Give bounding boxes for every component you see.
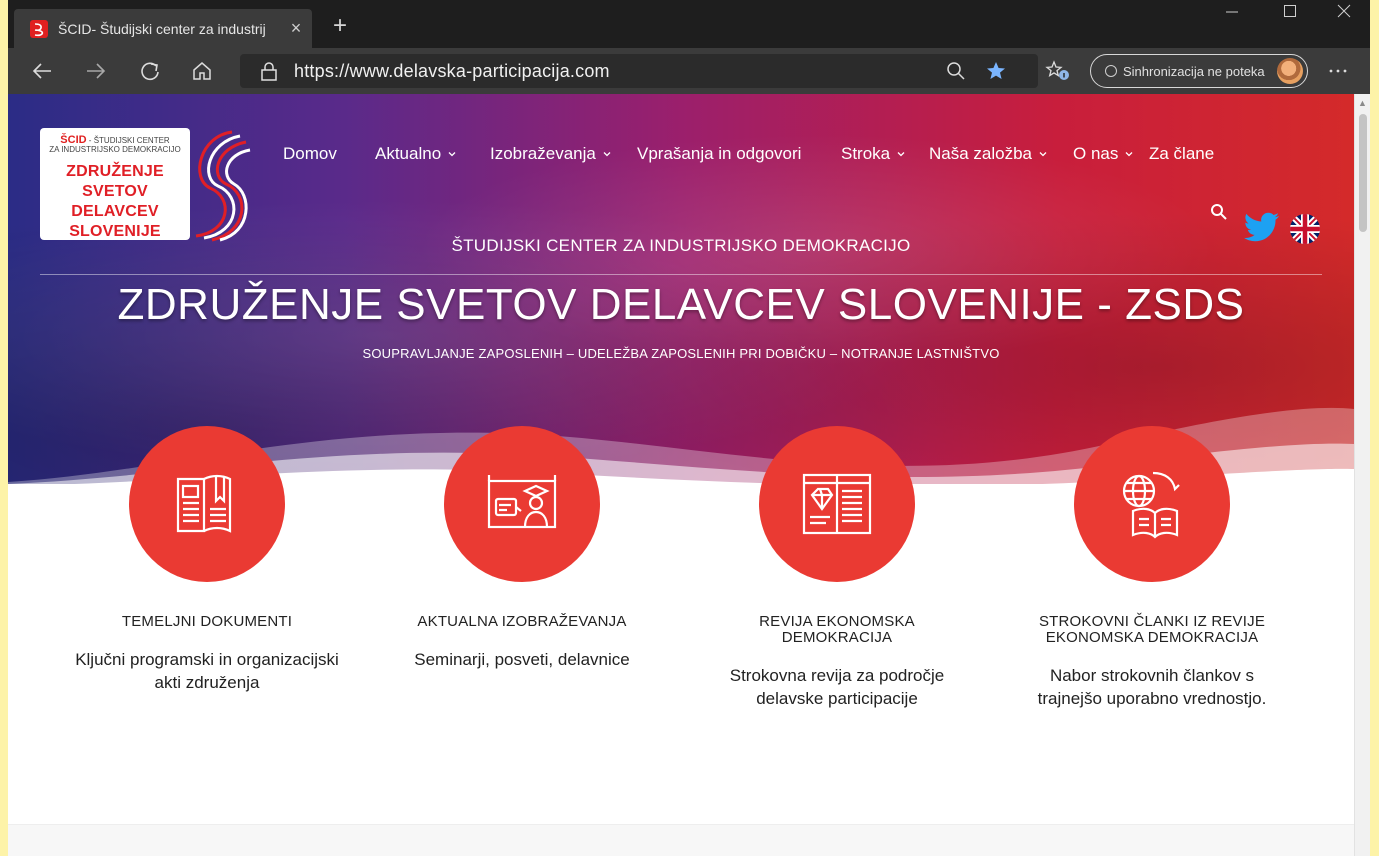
favorites-star-icon: [1045, 60, 1069, 80]
chevron-down-icon: [897, 152, 905, 157]
feature-title: TEMELJNI DOKUMENTI: [121, 613, 293, 630]
back-button[interactable]: [26, 56, 58, 86]
feature-card: REVIJA EKONOMSKA DEMOKRACIJA Strokovna r…: [687, 426, 987, 710]
tab-close-icon[interactable]: ×: [286, 18, 306, 39]
nav-item-aktualno[interactable]: Aktualno: [375, 144, 457, 164]
logo-card: ŠCID - ŠTUDIJSKI CENTER ZA INDUSTRIJSKO …: [40, 128, 190, 240]
nav-item-o-nas[interactable]: O nas: [1073, 144, 1134, 164]
feature-circle-button[interactable]: [759, 426, 915, 582]
feature-card: STROKOVNI ČLANKI IZ REVIJE EKONOMSKA DEM…: [1002, 426, 1302, 710]
feature-title: STROKOVNI ČLANKI IZ REVIJE EKONOMSKA DEM…: [1038, 613, 1266, 646]
nav-item-vprasanja[interactable]: Vprašanja in odgovori: [637, 144, 801, 164]
tab-strip: ŠCID- Študijski center za industrij × +: [8, 0, 1370, 48]
sync-label: Sinhronizacija ne poteka: [1123, 63, 1265, 79]
more-dots-icon: [1329, 69, 1347, 73]
logo-mark-icon: [195, 130, 251, 242]
refresh-button[interactable]: [134, 56, 166, 86]
minimize-icon[interactable]: [1212, 4, 1252, 23]
close-window-icon[interactable]: [1324, 4, 1364, 23]
page-scrollbar[interactable]: ▲: [1354, 94, 1370, 856]
feature-circle-button[interactable]: [1074, 426, 1230, 582]
address-bar[interactable]: https://www.delavska-participacija.com: [240, 54, 1038, 88]
nav-item-izobrazevanja[interactable]: Izobraževanja: [490, 144, 612, 164]
hero-title: ZDRUŽENJE SVETOV DELAVCEV SLOVENIJE - ZS…: [117, 280, 1245, 329]
site-search-icon[interactable]: [1209, 202, 1229, 222]
feature-circle-button[interactable]: [129, 426, 285, 582]
feature-title: REVIJA EKONOMSKA DEMOKRACIJA: [759, 613, 915, 646]
scroll-up-arrow-icon[interactable]: ▲: [1358, 98, 1367, 108]
browser-window: ŠCID- Študijski center za industrij × +: [8, 0, 1370, 856]
nav-item-za-clane[interactable]: Za člane: [1149, 144, 1214, 164]
feature-description: Seminarji, posveti, delavnice: [414, 650, 630, 669]
home-button[interactable]: [186, 56, 218, 86]
feature-description: Ključni programski in organizacijski akt…: [75, 650, 339, 692]
star-icon: [987, 62, 1005, 79]
document-book-icon: [176, 474, 232, 533]
chevron-down-icon: [1125, 152, 1133, 157]
maximize-icon[interactable]: [1270, 4, 1310, 23]
favorite-button[interactable]: [980, 56, 1012, 86]
logo-main-line1: ZDRUŽENJE: [66, 163, 164, 180]
forward-button[interactable]: [80, 56, 112, 86]
logo-top-line2: ZA INDUSTRIJSKO DEMOKRACIJO: [49, 145, 181, 154]
lock-icon: [261, 62, 277, 81]
url-text: https://www.delavska-participacija.com: [294, 60, 610, 81]
sync-button[interactable]: Sinhronizacija ne poteka: [1090, 54, 1308, 88]
arrow-right-icon: [87, 63, 106, 79]
chevron-down-icon: [603, 152, 611, 157]
site-logo[interactable]: ŠCID - ŠTUDIJSKI CENTER ZA INDUSTRIJSKO …: [40, 128, 252, 244]
favorites-list-button[interactable]: [1042, 56, 1074, 86]
web-page: ŠCID - ŠTUDIJSKI CENTER ZA INDUSTRIJSKO …: [8, 94, 1354, 856]
site-favicon-icon: [30, 19, 48, 38]
feature-title: AKTUALNA IZOBRAŽEVANJA: [417, 613, 627, 630]
online-education-icon: [487, 475, 557, 529]
magazine-diamond-icon: [802, 473, 872, 535]
nav-item-nasa-zalozba[interactable]: Naša založba: [929, 144, 1048, 164]
browser-toolbar: https://www.delavska-participacija.com S…: [8, 48, 1370, 94]
more-menu-button[interactable]: [1322, 56, 1354, 86]
refresh-icon: [141, 62, 159, 81]
feature-description: Nabor strokovnih člankov s trajnejšo upo…: [1037, 666, 1267, 708]
scroll-thumb[interactable]: [1359, 114, 1367, 232]
hero-subtitle: ŠTUDIJSKI CENTER ZA INDUSTRIJSKO DEMOKRA…: [451, 236, 911, 255]
nav-item-stroka[interactable]: Stroka: [841, 144, 906, 164]
chevron-down-icon: [1039, 152, 1047, 157]
nav-item-domov[interactable]: Domov: [283, 144, 337, 164]
logo-main-line2: SVETOV DELAVCEV: [71, 183, 159, 220]
feature-description: Strokovna revija za področje delavske pa…: [729, 666, 945, 708]
sync-status-icon: [1105, 65, 1117, 77]
feature-card: AKTUALNA IZOBRAŽEVANJA Seminarji, posvet…: [372, 426, 672, 671]
arrow-left-icon: [32, 63, 51, 79]
globe-book-icon: [1122, 471, 1180, 539]
next-section-band: [8, 824, 1354, 856]
chevron-down-icon: [448, 152, 456, 157]
magnifier-icon: [947, 62, 965, 80]
feature-circle-button[interactable]: [444, 426, 600, 582]
zoom-button[interactable]: [940, 56, 972, 86]
hero-divider: [40, 274, 1322, 275]
feature-card: TEMELJNI DOKUMENTI Ključni programski in…: [57, 426, 357, 694]
browser-tab[interactable]: ŠCID- Študijski center za industrij ×: [14, 9, 312, 48]
hero-tagline: SOUPRAVLJANJE ZAPOSLENIH – UDELEŽBA ZAPO…: [362, 346, 1000, 361]
tab-title: ŠCID- Študijski center za industrij: [58, 20, 266, 37]
new-tab-button[interactable]: +: [326, 12, 354, 40]
profile-avatar: [1277, 58, 1303, 84]
home-icon: [193, 62, 211, 80]
logo-top-line1: - ŠTUDIJSKI CENTER: [86, 136, 170, 145]
